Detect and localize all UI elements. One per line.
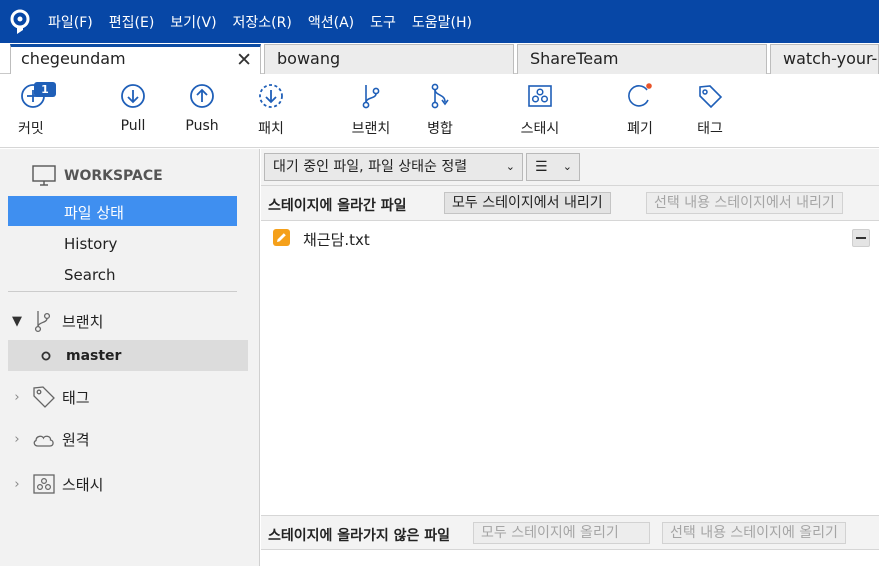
tags-title: 태그: [62, 388, 90, 407]
staged-file-row[interactable]: 채근담.txt: [261, 223, 879, 251]
branch-name: master: [66, 347, 122, 364]
unstaged-files-title: 스테이지에 올라가지 않은 파일: [268, 528, 451, 544]
toolbar: 1 커밋 Pull Push 패치 브랜치 병합 스태시 폐기 태그: [0, 74, 879, 148]
pull-button[interactable]: Pull: [108, 82, 158, 144]
tag-icon: [699, 85, 723, 109]
menu-edit[interactable]: 편집(E): [101, 0, 163, 43]
pull-arrow-down-icon: [121, 84, 145, 108]
tab-watch-your[interactable]: watch-your-: [770, 44, 879, 74]
branch-icon: [34, 311, 51, 333]
branch-icon: [362, 85, 380, 109]
unstage-selected-button[interactable]: 선택 내용 스테이지에서 내리기: [646, 192, 843, 214]
discard-button[interactable]: 폐기: [619, 82, 661, 144]
sidebar-section-branches[interactable]: ▼ 브랜치: [10, 309, 103, 333]
current-branch-dot-icon: [41, 351, 51, 360]
merge-icon: [431, 83, 449, 109]
sidebar-item-history[interactable]: History: [64, 235, 117, 253]
list-view-icon: ☰: [535, 159, 548, 175]
chevron-down-icon: ⌄: [562, 160, 572, 173]
branch-item-master[interactable]: master: [8, 340, 248, 371]
close-tab-icon[interactable]: ✕: [236, 50, 252, 70]
staged-files-header: 스테이지에 올라간 파일 모두 스테이지에서 내리기 선택 내용 스테이지에서 …: [261, 186, 879, 221]
patch-icon: [259, 84, 283, 108]
stage-selected-button[interactable]: 선택 내용 스테이지에 올리기: [662, 522, 846, 544]
chevron-down-icon: ▼: [12, 313, 22, 329]
file-filter-dropdown[interactable]: 대기 중인 파일, 파일 상태순 정렬 ⌄: [264, 153, 523, 181]
unstage-file-minus-icon[interactable]: [852, 229, 870, 247]
sidebar-section-remotes[interactable]: › 원격: [10, 429, 90, 450]
stash-label: 스태시: [520, 121, 560, 137]
file-filter-value: 대기 중인 파일, 파일 상태순 정렬: [273, 159, 468, 175]
tab-label: bowang: [277, 49, 341, 68]
workspace-title: WORKSPACE: [64, 168, 163, 184]
monitor-icon: [32, 165, 56, 186]
pull-label: Pull: [120, 118, 146, 134]
tag-label: 태그: [697, 121, 723, 137]
chevron-right-icon: ›: [14, 476, 20, 492]
tab-bowang[interactable]: bowang: [264, 44, 514, 74]
tag-button[interactable]: 태그: [688, 82, 732, 144]
tab-label: ShareTeam: [530, 49, 619, 68]
push-button[interactable]: Push: [177, 82, 227, 144]
sidebar-section-tags[interactable]: › 태그: [10, 385, 90, 409]
stage-all-button[interactable]: 모두 스테이지에 올리기: [473, 522, 650, 544]
menu-file[interactable]: 파일(F): [40, 0, 101, 43]
menu-repository[interactable]: 저장소(R): [225, 0, 300, 43]
stash-icon: [33, 474, 55, 494]
workspace-header: WORKSPACE: [32, 165, 163, 187]
discard-label: 폐기: [627, 121, 653, 137]
commit-button[interactable]: 1 커밋: [14, 82, 64, 144]
menu-view[interactable]: 보기(V): [162, 0, 224, 43]
main-panel: 대기 중인 파일, 파일 상태순 정렬 ⌄ ☰ ⌄ 스테이지에 올라간 파일 모…: [261, 149, 879, 566]
sidebar-item-search[interactable]: Search: [64, 266, 116, 284]
sidebar: WORKSPACE 파일 상태 History Search ▼ 브랜치 mas…: [0, 149, 260, 566]
tab-shareteam[interactable]: ShareTeam: [517, 44, 767, 74]
commit-label: 커밋: [18, 121, 44, 137]
tab-label: watch-your-: [783, 49, 878, 68]
patch-label: 패치: [258, 121, 284, 137]
commit-count-badge: 1: [34, 82, 56, 97]
sidebar-section-stashes[interactable]: › 스태시: [10, 473, 103, 495]
sidebar-item-file-status[interactable]: 파일 상태: [64, 202, 124, 223]
staged-files-title: 스테이지에 올라간 파일: [268, 198, 407, 214]
filter-bar: 대기 중인 파일, 파일 상태순 정렬 ⌄ ☰ ⌄: [261, 149, 879, 186]
cloud-icon: [33, 435, 54, 447]
view-mode-dropdown[interactable]: ☰ ⌄: [526, 153, 580, 181]
branches-title: 브랜치: [62, 312, 104, 331]
stash-icon: [528, 85, 552, 107]
sidebar-divider: [8, 291, 237, 292]
push-label: Push: [185, 118, 219, 134]
remotes-title: 원격: [62, 431, 90, 449]
menu-help[interactable]: 도움말(H): [404, 0, 480, 43]
patch-button[interactable]: 패치: [246, 82, 296, 144]
chevron-right-icon: ›: [14, 432, 20, 447]
tab-chegeundam[interactable]: chegeundam ✕: [10, 44, 261, 74]
menu-actions[interactable]: 액션(A): [300, 0, 362, 43]
merge-button[interactable]: 병합: [418, 82, 462, 144]
sourcetree-logo-icon: [0, 0, 40, 43]
chevron-down-icon: ⌄: [505, 160, 515, 173]
stash-button[interactable]: 스태시: [514, 82, 566, 144]
repo-tab-bar: chegeundam ✕ bowang ShareTeam watch-your…: [0, 43, 879, 74]
menubar: 파일(F) 편집(E) 보기(V) 저장소(R) 액션(A) 도구 도움말(H): [0, 0, 879, 43]
branch-label: 브랜치: [351, 121, 391, 137]
tag-icon: [33, 386, 55, 408]
chevron-right-icon: ›: [14, 389, 20, 405]
modified-file-pencil-icon: [273, 229, 290, 246]
branch-button[interactable]: 브랜치: [345, 82, 397, 144]
menu-tools[interactable]: 도구: [362, 0, 404, 43]
discard-undo-icon: [628, 83, 652, 107]
tab-label: chegeundam: [21, 49, 126, 68]
merge-label: 병합: [427, 121, 453, 137]
push-arrow-up-icon: [190, 84, 214, 108]
unstage-all-button[interactable]: 모두 스테이지에서 내리기: [444, 192, 611, 214]
stashes-title: 스태시: [62, 475, 104, 494]
unstaged-files-header: 스테이지에 올라가지 않은 파일 모두 스테이지에 올리기 선택 내용 스테이지…: [261, 515, 879, 550]
file-name: 채근담.txt: [303, 231, 370, 249]
